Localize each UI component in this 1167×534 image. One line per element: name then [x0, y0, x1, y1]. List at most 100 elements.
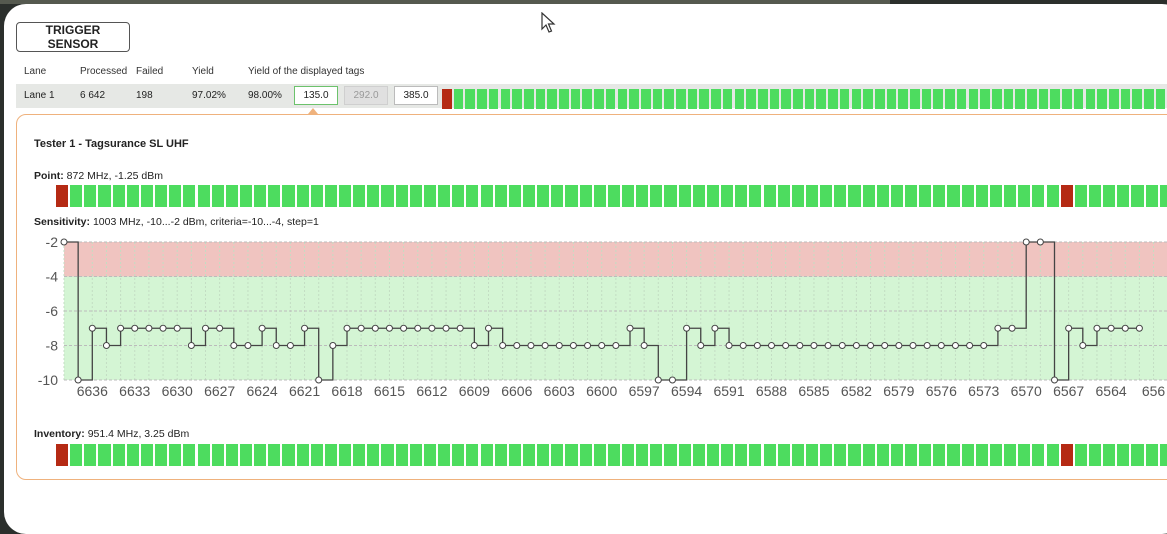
tag-cell-passed[interactable]: [535, 89, 546, 109]
tag-cell-passed[interactable]: [593, 444, 606, 466]
tag-cell-passed[interactable]: [980, 89, 990, 109]
tag-cell-passed[interactable]: [282, 444, 295, 466]
tag-cell-passed[interactable]: [828, 89, 838, 109]
tag-cell-passed[interactable]: [749, 444, 762, 466]
tag-cell-passed[interactable]: [863, 89, 873, 109]
tag-cell-passed[interactable]: [381, 444, 394, 466]
tag-cell-passed[interactable]: [956, 89, 967, 109]
tag-cell-passed[interactable]: [910, 89, 920, 109]
tag-cell-passed[interactable]: [1088, 185, 1102, 207]
tag-cell-passed[interactable]: [777, 444, 790, 466]
tag-cell-passed[interactable]: [494, 185, 507, 207]
tag-cell-passed[interactable]: [848, 444, 861, 466]
tag-cell-passed[interactable]: [664, 185, 677, 207]
tag-cell-passed[interactable]: [409, 185, 422, 207]
tag-cell-passed[interactable]: [757, 89, 768, 109]
tag-cell-passed[interactable]: [607, 444, 620, 466]
tag-cell-passed[interactable]: [488, 89, 499, 109]
tag-cell-passed[interactable]: [537, 185, 550, 207]
tag-cell-passed[interactable]: [84, 444, 97, 466]
tag-cell-passed[interactable]: [735, 444, 748, 466]
tag-cell-passed[interactable]: [793, 89, 803, 109]
tester-2-value-box[interactable]: 292.0: [344, 86, 388, 105]
tag-cell-passed[interactable]: [140, 185, 154, 207]
tag-cell-passed[interactable]: [1145, 185, 1158, 207]
tester-1-value-box[interactable]: 135.0: [294, 86, 338, 105]
tag-cell-passed[interactable]: [582, 89, 593, 109]
tag-cell-passed[interactable]: [477, 89, 487, 109]
tag-cell-passed[interactable]: [84, 185, 97, 207]
tag-cell-passed[interactable]: [711, 89, 721, 109]
tag-cell-passed[interactable]: [890, 444, 903, 466]
trigger-sensor-button[interactable]: TRIGGER SENSOR: [16, 22, 130, 52]
tag-cell-passed[interactable]: [466, 444, 479, 466]
tag-cell-passed[interactable]: [508, 185, 521, 207]
tag-cell-passed[interactable]: [676, 89, 686, 109]
tag-cell-passed[interactable]: [70, 444, 83, 466]
tag-cell-passed[interactable]: [1108, 89, 1119, 109]
tag-cell-passed[interactable]: [706, 444, 720, 466]
tag-cell-passed[interactable]: [112, 444, 125, 466]
tag-cell-passed[interactable]: [197, 185, 210, 207]
tag-cell-passed[interactable]: [593, 185, 606, 207]
tag-cell-passed[interactable]: [565, 444, 578, 466]
tag-cell-passed[interactable]: [1046, 444, 1059, 466]
tag-cell-passed[interactable]: [183, 444, 196, 466]
tag-cell-passed[interactable]: [816, 89, 827, 109]
tag-cell-passed[interactable]: [1131, 185, 1144, 207]
tag-cell-passed[interactable]: [1145, 444, 1158, 466]
tag-cell-passed[interactable]: [494, 444, 507, 466]
tag-cell-passed[interactable]: [559, 89, 569, 109]
tag-cell-passed[interactable]: [500, 89, 511, 109]
tag-cell-passed[interactable]: [763, 185, 776, 207]
tag-cell-passed[interactable]: [522, 185, 536, 207]
tag-cell-passed[interactable]: [310, 444, 323, 466]
tag-cell-passed[interactable]: [423, 185, 437, 207]
tag-cell-passed[interactable]: [1074, 185, 1087, 207]
tag-cell-passed[interactable]: [1018, 444, 1031, 466]
tag-cell-passed[interactable]: [324, 185, 337, 207]
tag-cell-passed[interactable]: [1088, 444, 1102, 466]
tag-cell-passed[interactable]: [746, 89, 756, 109]
tag-cell-passed[interactable]: [692, 185, 705, 207]
tag-cell-passed[interactable]: [423, 444, 437, 466]
tag-cell-passed[interactable]: [1159, 444, 1167, 466]
tag-cell-passed[interactable]: [1062, 89, 1072, 109]
tag-cell-passed[interactable]: [921, 89, 932, 109]
tag-cell-passed[interactable]: [1144, 89, 1154, 109]
tag-cell-passed[interactable]: [933, 89, 944, 109]
tag-cell-passed[interactable]: [805, 444, 819, 466]
tag-cell-passed[interactable]: [452, 185, 465, 207]
tag-cell-passed[interactable]: [617, 89, 628, 109]
tag-cell-passed[interactable]: [579, 185, 592, 207]
tag-cell-passed[interactable]: [652, 89, 663, 109]
tag-cell-passed[interactable]: [763, 444, 776, 466]
tag-cell-passed[interactable]: [1015, 89, 1025, 109]
tag-cell-passed[interactable]: [339, 185, 352, 207]
tag-cell-passed[interactable]: [296, 444, 309, 466]
tag-cell-passed[interactable]: [961, 444, 974, 466]
tag-cell-passed[interactable]: [650, 444, 663, 466]
tag-cell-passed[interactable]: [508, 444, 521, 466]
tag-cell-passed[interactable]: [721, 444, 734, 466]
tag-cell-passed[interactable]: [225, 185, 238, 207]
tag-cell-passed[interactable]: [1046, 185, 1059, 207]
tag-cell-passed[interactable]: [947, 185, 960, 207]
tag-cell-passed[interactable]: [791, 185, 804, 207]
tag-cell-passed[interactable]: [1038, 89, 1049, 109]
tag-cell-passed[interactable]: [1003, 89, 1014, 109]
tag-cell-passed[interactable]: [1004, 444, 1017, 466]
tag-cell-passed[interactable]: [310, 185, 323, 207]
tag-cell-passed[interactable]: [1097, 89, 1107, 109]
tag-cell-passed[interactable]: [438, 185, 451, 207]
tag-cell-passed[interactable]: [254, 185, 267, 207]
tag-cell-passed[interactable]: [268, 444, 281, 466]
tag-cell-passed[interactable]: [734, 89, 745, 109]
tag-cell-passed[interactable]: [465, 89, 476, 109]
tag-cell-passed[interactable]: [239, 444, 253, 466]
tag-cell-passed[interactable]: [155, 444, 168, 466]
tester-3-value-box[interactable]: 385.0: [394, 86, 438, 105]
tag-cell-passed[interactable]: [1117, 185, 1130, 207]
tag-cell-passed[interactable]: [339, 444, 352, 466]
tag-cell-passed[interactable]: [169, 185, 182, 207]
